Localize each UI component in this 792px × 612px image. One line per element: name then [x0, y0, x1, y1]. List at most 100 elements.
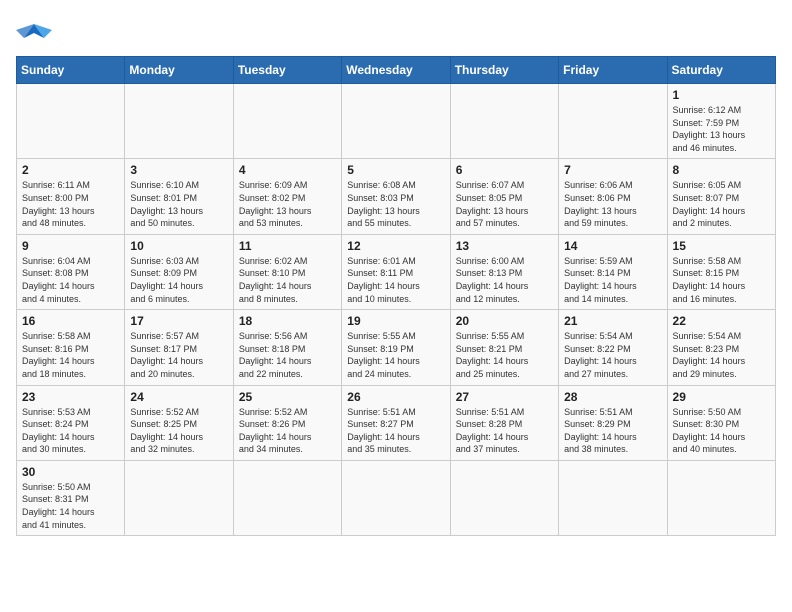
calendar-cell: 12 Sunrise: 6:01 AM Sunset: 8:11 PM Dayli…	[342, 234, 450, 309]
day-number: 12	[347, 239, 444, 253]
day-info: Sunrise: 5:51 AM Sunset: 8:27 PM Dayligh…	[347, 406, 444, 456]
day-number: 19	[347, 314, 444, 328]
day-info: Sunrise: 5:55 AM Sunset: 8:19 PM Dayligh…	[347, 330, 444, 380]
day-number: 14	[564, 239, 661, 253]
day-info: Sunrise: 6:10 AM Sunset: 8:01 PM Dayligh…	[130, 179, 227, 229]
calendar-cell: 21Sunrise: 5:54 AM Sunset: 8:22 PM Dayli…	[559, 310, 667, 385]
day-info: Sunrise: 6:00 AM Sunset: 8:13 PM Dayligh…	[456, 255, 553, 305]
calendar-week-4: 23Sunrise: 5:53 AM Sunset: 8:24 PM Dayli…	[17, 385, 776, 460]
day-info: Sunrise: 5:58 AM Sunset: 8:15 PM Dayligh…	[673, 255, 770, 305]
calendar-cell: 29Sunrise: 5:50 AM Sunset: 8:30 PM Dayli…	[667, 385, 775, 460]
day-number: 23	[22, 390, 119, 404]
day-number: 20	[456, 314, 553, 328]
logo-bird-icon	[16, 16, 52, 46]
day-number: 11	[239, 239, 336, 253]
day-info: Sunrise: 6:12 AM Sunset: 7:59 PM Dayligh…	[673, 104, 770, 154]
calendar-cell: 6 Sunrise: 6:07 AM Sunset: 8:05 PM Daylig…	[450, 159, 558, 234]
weekday-header-sunday: Sunday	[17, 57, 125, 84]
calendar-cell: 14 Sunrise: 5:59 AM Sunset: 8:14 PM Dayli…	[559, 234, 667, 309]
day-number: 25	[239, 390, 336, 404]
calendar-cell	[125, 84, 233, 159]
day-info: Sunrise: 5:51 AM Sunset: 8:28 PM Dayligh…	[456, 406, 553, 456]
calendar-cell: 8 Sunrise: 6:05 AM Sunset: 8:07 PM Daylig…	[667, 159, 775, 234]
day-info: Sunrise: 6:09 AM Sunset: 8:02 PM Dayligh…	[239, 179, 336, 229]
calendar-week-1: 2 Sunrise: 6:11 AM Sunset: 8:00 PM Daylig…	[17, 159, 776, 234]
calendar-cell: 2 Sunrise: 6:11 AM Sunset: 8:00 PM Daylig…	[17, 159, 125, 234]
calendar-cell: 26 Sunrise: 5:51 AM Sunset: 8:27 PM Dayli…	[342, 385, 450, 460]
weekday-header-thursday: Thursday	[450, 57, 558, 84]
day-number: 1	[673, 88, 770, 102]
calendar-week-3: 16 Sunrise: 5:58 AM Sunset: 8:16 PM Dayli…	[17, 310, 776, 385]
day-number: 24	[130, 390, 227, 404]
calendar-cell: 15 Sunrise: 5:58 AM Sunset: 8:15 PM Dayli…	[667, 234, 775, 309]
day-info: Sunrise: 5:52 AM Sunset: 8:26 PM Dayligh…	[239, 406, 336, 456]
day-number: 3	[130, 163, 227, 177]
calendar-cell	[667, 460, 775, 535]
day-info: Sunrise: 6:08 AM Sunset: 8:03 PM Dayligh…	[347, 179, 444, 229]
calendar-cell: 30 Sunrise: 5:50 AM Sunset: 8:31 PM Dayli…	[17, 460, 125, 535]
day-number: 16	[22, 314, 119, 328]
day-number: 6	[456, 163, 553, 177]
day-info: Sunrise: 5:57 AM Sunset: 8:17 PM Dayligh…	[130, 330, 227, 380]
day-info: Sunrise: 5:54 AM Sunset: 8:23 PM Dayligh…	[673, 330, 770, 380]
calendar-cell	[17, 84, 125, 159]
day-number: 28	[564, 390, 661, 404]
day-info: Sunrise: 6:11 AM Sunset: 8:00 PM Dayligh…	[22, 179, 119, 229]
calendar-cell	[125, 460, 233, 535]
calendar-cell	[342, 84, 450, 159]
day-info: Sunrise: 5:50 AM Sunset: 8:31 PM Dayligh…	[22, 481, 119, 531]
calendar-cell	[450, 84, 558, 159]
day-info: Sunrise: 6:07 AM Sunset: 8:05 PM Dayligh…	[456, 179, 553, 229]
day-number: 10	[130, 239, 227, 253]
day-info: Sunrise: 5:54 AM Sunset: 8:22 PM Dayligh…	[564, 330, 661, 380]
weekday-header-row: SundayMondayTuesdayWednesdayThursdayFrid…	[17, 57, 776, 84]
calendar-cell: 25 Sunrise: 5:52 AM Sunset: 8:26 PM Dayli…	[233, 385, 341, 460]
day-number: 13	[456, 239, 553, 253]
calendar-cell: 18 Sunrise: 5:56 AM Sunset: 8:18 PM Dayli…	[233, 310, 341, 385]
weekday-header-monday: Monday	[125, 57, 233, 84]
day-number: 5	[347, 163, 444, 177]
calendar-week-2: 9 Sunrise: 6:04 AM Sunset: 8:08 PM Daylig…	[17, 234, 776, 309]
calendar-cell: 24Sunrise: 5:52 AM Sunset: 8:25 PM Dayli…	[125, 385, 233, 460]
day-number: 18	[239, 314, 336, 328]
day-number: 27	[456, 390, 553, 404]
day-number: 17	[130, 314, 227, 328]
weekday-header-wednesday: Wednesday	[342, 57, 450, 84]
calendar-cell	[342, 460, 450, 535]
day-number: 22	[673, 314, 770, 328]
calendar-cell: 11 Sunrise: 6:02 AM Sunset: 8:10 PM Dayli…	[233, 234, 341, 309]
logo	[16, 16, 56, 46]
weekday-header-tuesday: Tuesday	[233, 57, 341, 84]
calendar-cell: 16 Sunrise: 5:58 AM Sunset: 8:16 PM Dayli…	[17, 310, 125, 385]
calendar-cell: 5 Sunrise: 6:08 AM Sunset: 8:03 PM Daylig…	[342, 159, 450, 234]
day-info: Sunrise: 6:04 AM Sunset: 8:08 PM Dayligh…	[22, 255, 119, 305]
day-info: Sunrise: 5:55 AM Sunset: 8:21 PM Dayligh…	[456, 330, 553, 380]
calendar-week-0: 1 Sunrise: 6:12 AM Sunset: 7:59 PM Daylig…	[17, 84, 776, 159]
calendar-cell: 1 Sunrise: 6:12 AM Sunset: 7:59 PM Daylig…	[667, 84, 775, 159]
day-number: 9	[22, 239, 119, 253]
calendar-cell: 9 Sunrise: 6:04 AM Sunset: 8:08 PM Daylig…	[17, 234, 125, 309]
day-number: 15	[673, 239, 770, 253]
day-number: 7	[564, 163, 661, 177]
day-info: Sunrise: 6:01 AM Sunset: 8:11 PM Dayligh…	[347, 255, 444, 305]
calendar-cell: 10 Sunrise: 6:03 AM Sunset: 8:09 PM Dayli…	[125, 234, 233, 309]
day-info: Sunrise: 6:02 AM Sunset: 8:10 PM Dayligh…	[239, 255, 336, 305]
day-info: Sunrise: 5:59 AM Sunset: 8:14 PM Dayligh…	[564, 255, 661, 305]
day-info: Sunrise: 6:06 AM Sunset: 8:06 PM Dayligh…	[564, 179, 661, 229]
day-number: 4	[239, 163, 336, 177]
calendar-cell	[559, 460, 667, 535]
day-info: Sunrise: 6:03 AM Sunset: 8:09 PM Dayligh…	[130, 255, 227, 305]
calendar-cell	[233, 460, 341, 535]
calendar-cell: 19 Sunrise: 5:55 AM Sunset: 8:19 PM Dayli…	[342, 310, 450, 385]
day-number: 2	[22, 163, 119, 177]
day-number: 30	[22, 465, 119, 479]
calendar-cell: 4 Sunrise: 6:09 AM Sunset: 8:02 PM Daylig…	[233, 159, 341, 234]
day-info: Sunrise: 6:05 AM Sunset: 8:07 PM Dayligh…	[673, 179, 770, 229]
day-number: 26	[347, 390, 444, 404]
day-info: Sunrise: 5:58 AM Sunset: 8:16 PM Dayligh…	[22, 330, 119, 380]
day-number: 8	[673, 163, 770, 177]
day-number: 29	[673, 390, 770, 404]
day-info: Sunrise: 5:56 AM Sunset: 8:18 PM Dayligh…	[239, 330, 336, 380]
weekday-header-saturday: Saturday	[667, 57, 775, 84]
calendar-cell: 20 Sunrise: 5:55 AM Sunset: 8:21 PM Dayli…	[450, 310, 558, 385]
